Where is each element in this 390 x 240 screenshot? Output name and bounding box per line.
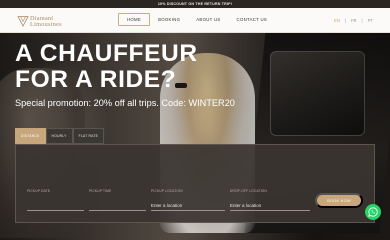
pickup-date-input[interactable] xyxy=(27,201,84,211)
nav-item-about-us[interactable]: ABOUT US xyxy=(188,13,228,26)
book-now-button[interactable]: BOOK NOW xyxy=(315,193,363,208)
lang-separator: | xyxy=(361,18,363,23)
diamond-logo-icon xyxy=(17,16,29,27)
tab-flat-rate[interactable]: FLAT RATE xyxy=(72,128,105,144)
hero-headline: A CHAUFFEUR FOR A RIDE? xyxy=(15,41,198,93)
whatsapp-icon xyxy=(368,207,378,217)
pickup-location-input[interactable]: Enter a location xyxy=(151,201,225,211)
lang-separator: | xyxy=(344,18,346,23)
brand-name-line2: Limousines xyxy=(30,21,62,28)
announcement-bar: 10% DISCOUNT ON THE RETURN TRIP! xyxy=(0,0,390,8)
lang-fr[interactable]: FR xyxy=(351,18,357,23)
pickup-date-field: PICKUP DATE xyxy=(27,189,84,213)
tab-hourly[interactable]: HOURLY xyxy=(45,128,73,144)
booking-tabs: DISTANCE HOURLY FLAT RATE xyxy=(15,128,105,144)
pickup-location-label: PICKUP LOCATION xyxy=(151,189,183,193)
language-switcher: EN | FR | PT xyxy=(334,18,373,23)
brand-logo[interactable]: Diamant Limousines xyxy=(17,14,79,29)
main-nav: HOME BOOKING ABOUT US CONTACT US xyxy=(118,13,275,26)
booking-form: PICKUP DATE PICKUP TIME PICKUP LOCATION … xyxy=(15,144,375,223)
lang-en[interactable]: EN xyxy=(334,18,340,23)
nav-item-contact-us[interactable]: CONTACT US xyxy=(229,13,276,26)
pickup-time-input[interactable] xyxy=(89,201,146,211)
pickup-time-label: PICKUP TIME xyxy=(89,189,112,193)
nav-item-booking[interactable]: BOOKING xyxy=(150,13,188,26)
pickup-date-label: PICKUP DATE xyxy=(27,189,51,193)
dropoff-location-input[interactable]: Enter a location xyxy=(230,201,310,211)
lang-pt[interactable]: PT xyxy=(368,18,373,23)
hero-headline-line1: A CHAUFFEUR xyxy=(15,40,198,67)
nav-item-home[interactable]: HOME xyxy=(118,13,151,26)
site-header: Diamant Limousines HOME BOOKING ABOUT US… xyxy=(0,8,390,33)
tab-distance[interactable]: DISTANCE xyxy=(15,128,46,144)
pickup-location-field: PICKUP LOCATION Enter a location xyxy=(151,189,225,213)
hero-headline-line2: FOR A RIDE? xyxy=(15,66,177,93)
pickup-time-field: PICKUP TIME xyxy=(89,189,146,213)
whatsapp-chat-button[interactable] xyxy=(365,204,381,220)
dropoff-location-label: DROP-OFF LOCATION xyxy=(230,189,267,193)
announcement-text: 10% DISCOUNT ON THE RETURN TRIP! xyxy=(157,2,233,6)
hero-promotion: Special promotion: 20% off all trips. Co… xyxy=(15,98,235,108)
dropoff-location-field: DROP-OFF LOCATION Enter a location xyxy=(230,189,310,213)
